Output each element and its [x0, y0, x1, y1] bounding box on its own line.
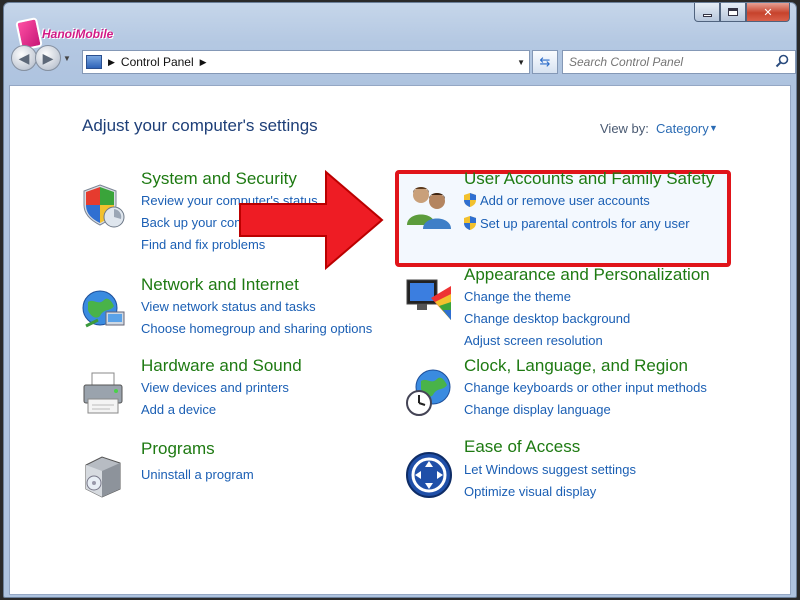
close-button[interactable]: ✕: [746, 3, 790, 22]
add-remove-accounts-link[interactable]: Add or remove user accounts: [464, 193, 650, 208]
back-arrow-icon: ◀: [18, 49, 30, 66]
address-bar[interactable]: ▶ Control Panel ▶ ▼: [82, 50, 530, 74]
uninstall-program-link[interactable]: Uninstall a program: [141, 467, 254, 482]
homegroup-link[interactable]: Choose homegroup and sharing options: [141, 321, 372, 336]
programs-box-icon: [85, 456, 121, 498]
back-button[interactable]: ◀: [11, 45, 37, 71]
shield-icon: [83, 184, 125, 228]
user-accounts-title[interactable]: User Accounts and Family Safety: [464, 169, 714, 189]
red-arrow-annotation-icon: [239, 169, 384, 271]
optimize-display-link[interactable]: Optimize visual display: [464, 484, 596, 499]
ease-of-access-title[interactable]: Ease of Access: [464, 437, 580, 457]
breadcrumb-control-panel[interactable]: Control Panel: [121, 55, 194, 69]
network-internet-title[interactable]: Network and Internet: [141, 275, 299, 295]
add-device-link[interactable]: Add a device: [141, 402, 216, 417]
devices-printers-link[interactable]: View devices and printers: [141, 380, 289, 395]
hardware-sound-title[interactable]: Hardware and Sound: [141, 356, 302, 376]
view-by-chevron-down-icon[interactable]: ▼: [709, 123, 718, 133]
page-title: Adjust your computer's settings: [82, 116, 318, 135]
minimize-icon: [702, 13, 712, 17]
ease-of-access-icon: [406, 452, 452, 498]
maximize-button[interactable]: [720, 3, 746, 22]
search-box: [562, 50, 796, 74]
navigation-buttons: ◀ ▶ ▼: [11, 45, 71, 71]
monitor-palette-icon: [406, 279, 451, 320]
view-by-label: View by:: [600, 121, 649, 136]
change-keyboards-link[interactable]: Change keyboards or other input methods: [464, 380, 707, 395]
refresh-icon: ⇆: [539, 54, 551, 69]
breadcrumb-separator-icon[interactable]: ▶: [200, 57, 207, 68]
uac-shield-icon: [464, 193, 476, 207]
logo-text: HanoiMobile: [42, 27, 114, 41]
globe-network-icon: [82, 290, 125, 328]
display-language-link[interactable]: Change display language: [464, 402, 611, 417]
screen-resolution-link[interactable]: Adjust screen resolution: [464, 333, 603, 348]
users-icon: [407, 187, 451, 229]
programs-title[interactable]: Programs: [141, 439, 215, 459]
clock-region-title[interactable]: Clock, Language, and Region: [464, 356, 688, 376]
uac-shield-icon: [464, 216, 476, 230]
refresh-button[interactable]: ⇆: [532, 50, 558, 74]
view-by-dropdown[interactable]: Category: [656, 121, 709, 136]
address-dropdown-icon[interactable]: ▼: [517, 58, 525, 67]
clock-globe-icon: [406, 369, 451, 416]
network-status-link[interactable]: View network status and tasks: [141, 299, 316, 314]
maximize-icon: [728, 8, 738, 16]
desktop-background-link[interactable]: Change desktop background: [464, 311, 630, 326]
parental-controls-label: Set up parental controls for any user: [480, 216, 690, 231]
change-theme-link[interactable]: Change the theme: [464, 289, 571, 304]
windows-suggest-link[interactable]: Let Windows suggest settings: [464, 462, 636, 477]
breadcrumb-separator-icon[interactable]: ▶: [108, 57, 115, 68]
control-panel-icon: [86, 55, 102, 69]
search-icon[interactable]: [775, 54, 789, 68]
recent-pages-dropdown[interactable]: ▼: [63, 54, 71, 63]
content-pane: Adjust your computer's settings View by:…: [9, 85, 791, 595]
caption-buttons: ✕: [694, 3, 790, 22]
forward-button[interactable]: ▶: [35, 45, 61, 71]
add-remove-accounts-label: Add or remove user accounts: [480, 193, 650, 208]
control-panel-window: ✕ HanoiMobile ◀ ▶ ▼ ▶ Control Panel ▶ ▼ …: [3, 2, 797, 598]
parental-controls-link[interactable]: Set up parental controls for any user: [464, 216, 690, 231]
search-input[interactable]: [569, 55, 769, 69]
appearance-title[interactable]: Appearance and Personalization: [464, 265, 710, 285]
forward-arrow-icon: ▶: [42, 49, 54, 66]
minimize-button[interactable]: [694, 3, 720, 22]
printer-icon: [83, 372, 123, 414]
